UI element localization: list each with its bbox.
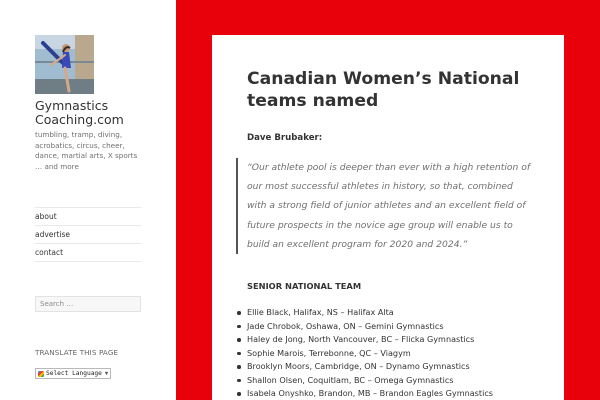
site-title[interactable]: Gymnastics Coaching.com [35,99,155,127]
team-list: Ellie Black, Halifax, NS – Halifax Alta … [237,306,547,400]
list-item: Sophie Marois, Terrebonne, QC – Viagym [237,347,547,361]
article-panel: Canadian Women’s National teams named Da… [212,35,564,400]
nav-item-about[interactable]: about [35,208,141,226]
section-heading: SENIOR NATIONAL TEAM [247,281,362,291]
nav-item-advertise[interactable]: advertise [35,226,141,244]
list-item: Shallon Olsen, Coquitlam, BC – Omega Gym… [237,374,547,388]
list-item: Brooklyn Moors, Cambridge, ON – Dynamo G… [237,360,547,374]
language-select[interactable]: Select Language ▼ [35,368,112,379]
google-icon [38,370,44,377]
list-item: Isabela Onyshko, Brandon, MB – Brandon E… [237,387,547,400]
dropdown-arrow-icon: ▼ [104,370,109,377]
list-item: Ellie Black, Halifax, NS – Halifax Alta [237,306,547,320]
post-author: Dave Brubaker: [247,133,323,143]
post-title: Canadian Women’s National teams named [247,69,520,111]
nav-item-contact[interactable]: contact [35,244,141,262]
site-description: tumbling, tramp, diving, acrobatics, cir… [35,130,138,171]
sidebar: Gymnastics Coaching.com tumbling, tramp,… [0,0,176,400]
main-navigation: about advertise contact [35,207,141,262]
list-item: Haley de Jong, North Vancouver, BC – Fli… [237,333,547,347]
translate-heading: TRANSLATE THIS PAGE [35,348,119,357]
search-input[interactable]: Search … [35,296,141,312]
list-item: Jade Chrobok, Oshawa, ON – Gemini Gymnas… [237,320,547,334]
site-logo-photo[interactable] [35,35,94,94]
language-select-label: Select Language [46,370,102,377]
post-quote: “Our athlete pool is deeper than ever wi… [236,158,532,255]
